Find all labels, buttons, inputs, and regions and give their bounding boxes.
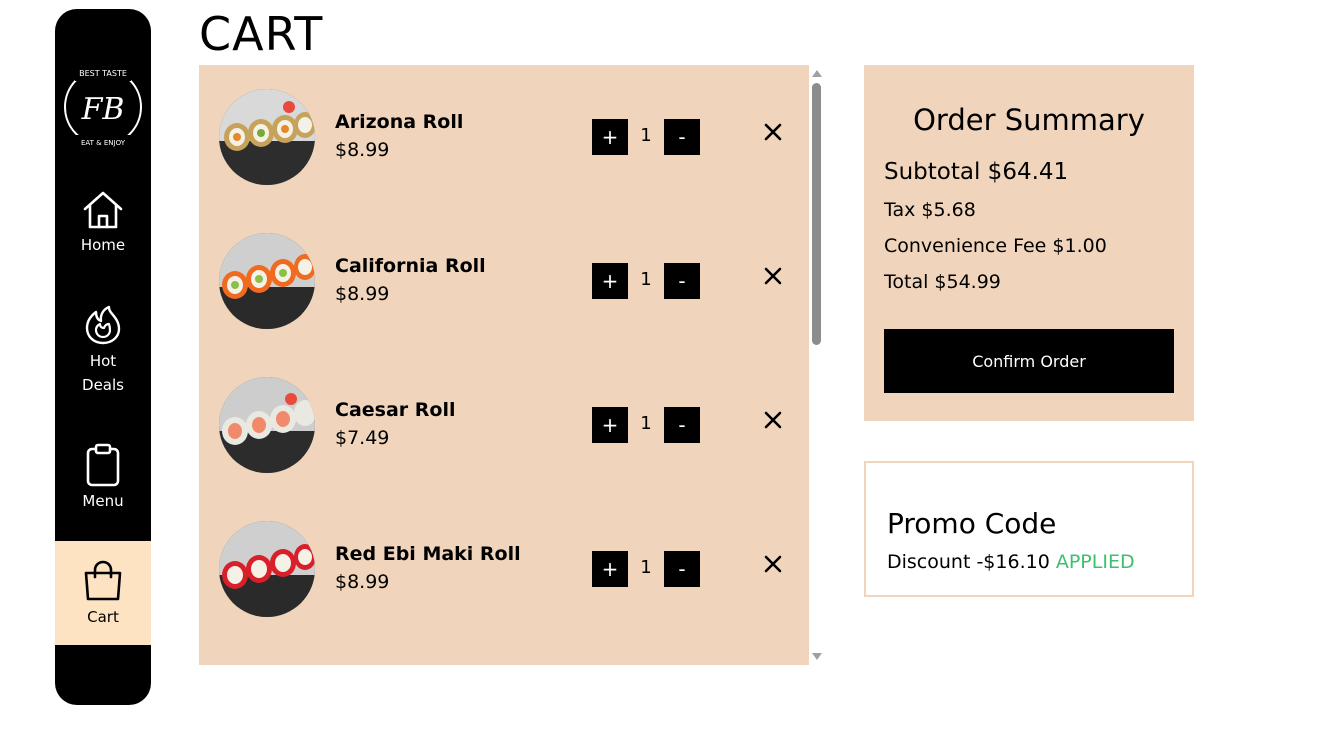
home-icon xyxy=(83,191,123,229)
decrease-quantity-button[interactable]: - xyxy=(664,119,700,155)
cart-item: Red Ebi Maki Roll $8.99 + 1 - xyxy=(199,497,809,641)
clipboard-icon xyxy=(86,443,120,487)
page-title: CART xyxy=(199,7,324,61)
arizona-roll-image xyxy=(219,89,315,185)
increase-quantity-button[interactable]: + xyxy=(592,119,628,155)
item-name: Arizona Roll xyxy=(335,111,464,133)
item-price: $8.99 xyxy=(335,283,390,305)
sidebar-item-hot-deals[interactable]: Hot Deals xyxy=(55,303,151,407)
close-icon[interactable] xyxy=(762,553,784,575)
item-name: California Roll xyxy=(335,255,486,277)
subtotal: Subtotal $64.41 xyxy=(884,159,1069,185)
close-icon[interactable] xyxy=(762,409,784,431)
logo-top-text: BEST TASTE xyxy=(79,69,127,78)
order-summary: Order Summary Subtotal $64.41 Tax $5.68 … xyxy=(864,65,1194,421)
flame-icon xyxy=(85,305,121,345)
item-price: $8.99 xyxy=(335,139,390,161)
sidebar-item-menu[interactable]: Menu xyxy=(55,443,151,547)
sidebar-item-label: Home xyxy=(80,236,126,254)
close-icon[interactable] xyxy=(762,121,784,143)
promo-code-title: Promo Code xyxy=(887,507,1057,540)
cart-list: Arizona Roll $8.99 + 1 - California Roll… xyxy=(199,65,809,665)
tax: Tax $5.68 xyxy=(884,199,976,221)
sidebar-item-label: Hot Deals xyxy=(82,352,124,394)
sidebar-item-home[interactable]: Home xyxy=(55,187,151,291)
total: Total $54.99 xyxy=(884,271,1001,293)
item-name: Red Ebi Maki Roll xyxy=(335,543,521,565)
sidebar-item-cart[interactable]: Cart xyxy=(55,541,151,645)
increase-quantity-button[interactable]: + xyxy=(592,551,628,587)
quantity-value: 1 xyxy=(640,413,652,434)
scroll-thumb[interactable] xyxy=(812,83,821,345)
caesar-roll-image xyxy=(219,377,315,473)
promo-status-badge: APPLIED xyxy=(1055,551,1135,573)
item-price: $7.49 xyxy=(335,427,390,449)
california-roll-image xyxy=(219,233,315,329)
decrease-quantity-button[interactable]: - xyxy=(664,407,700,443)
close-icon[interactable] xyxy=(762,265,784,287)
item-name: Caesar Roll xyxy=(335,399,456,421)
sidebar: BEST TASTE FB EAT & ENJOY Home Hot Deals… xyxy=(55,9,151,705)
sidebar-item-label: Menu xyxy=(82,492,124,510)
promo-code-panel: Promo Code Discount -$16.10 APPLIED xyxy=(864,461,1194,597)
logo-bottom-text: EAT & ENJOY xyxy=(81,139,126,147)
shopping-bag-icon xyxy=(84,560,122,601)
cart-scrollbar[interactable] xyxy=(809,65,825,665)
confirm-order-button[interactable]: Confirm Order xyxy=(884,329,1174,393)
order-summary-title: Order Summary xyxy=(913,103,1145,137)
brand-logo[interactable]: BEST TASTE FB EAT & ENJOY xyxy=(61,61,145,151)
quantity-value: 1 xyxy=(640,557,652,578)
cart-item: California Roll $8.99 + 1 - xyxy=(199,209,809,353)
decrease-quantity-button[interactable]: - xyxy=(664,263,700,299)
cart-item: Arizona Roll $8.99 + 1 - xyxy=(199,65,809,209)
convenience-fee: Convenience Fee $1.00 xyxy=(884,235,1107,257)
increase-quantity-button[interactable]: + xyxy=(592,263,628,299)
item-price: $8.99 xyxy=(335,571,390,593)
scroll-down-arrow[interactable] xyxy=(812,653,822,660)
logo-monogram: FB xyxy=(81,92,125,127)
scroll-up-arrow[interactable] xyxy=(812,70,822,77)
promo-discount: Discount -$16.10 APPLIED xyxy=(887,551,1135,573)
quantity-value: 1 xyxy=(640,269,652,290)
decrease-quantity-button[interactable]: - xyxy=(664,551,700,587)
discount-amount: Discount -$16.10 xyxy=(887,551,1050,573)
quantity-value: 1 xyxy=(640,125,652,146)
cart-item: Caesar Roll $7.49 + 1 - xyxy=(199,353,809,497)
increase-quantity-button[interactable]: + xyxy=(592,407,628,443)
red-ebi-maki-roll-image xyxy=(219,521,315,617)
sidebar-item-label: Cart xyxy=(87,608,119,626)
